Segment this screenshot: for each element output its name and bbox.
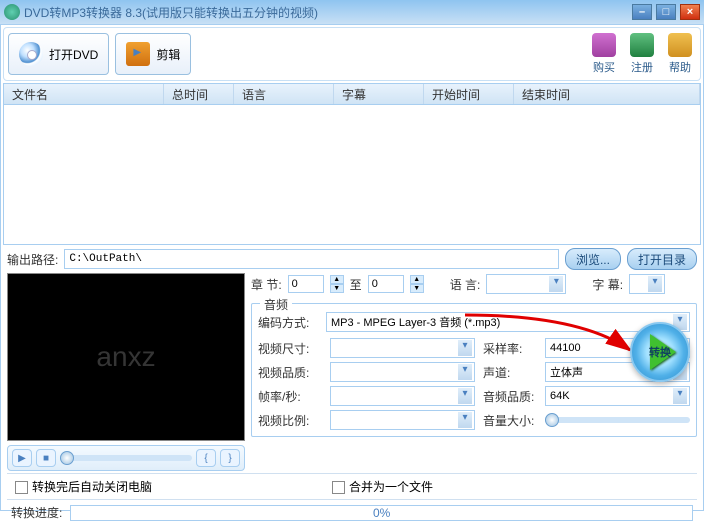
progress-row: 转换进度: 0% bbox=[3, 500, 701, 525]
samplerate-label: 采样率: bbox=[483, 340, 537, 357]
app-icon bbox=[4, 4, 20, 20]
mark-out-button[interactable]: } bbox=[220, 449, 240, 467]
audio-quality-label: 音频品质: bbox=[483, 388, 537, 405]
language-label: 语 言: bbox=[450, 276, 481, 293]
help-button[interactable]: 帮助 bbox=[664, 32, 696, 76]
file-list[interactable] bbox=[3, 105, 701, 245]
convert-label: 转换 bbox=[649, 344, 671, 360]
language-combo[interactable] bbox=[486, 274, 566, 294]
audio-legend: 音频 bbox=[260, 296, 292, 313]
shutdown-checkbox[interactable]: 转换完后自动关闭电脑 bbox=[15, 478, 152, 495]
options-row: 转换完后自动关闭电脑 合并为一个文件 bbox=[7, 473, 697, 500]
col-language[interactable]: 语言 bbox=[234, 84, 334, 104]
encode-label: 编码方式: bbox=[258, 314, 322, 331]
chapter-label: 章 节: bbox=[251, 276, 282, 293]
col-start[interactable]: 开始时间 bbox=[424, 84, 514, 104]
clip-icon bbox=[126, 42, 150, 66]
browse-button[interactable]: 浏览... bbox=[565, 248, 621, 270]
seek-slider[interactable] bbox=[60, 455, 192, 461]
titlebar: DVD转MP3转换器 8.3(试用版只能转换出五分钟的视频) – □ × bbox=[0, 0, 704, 24]
play-button[interactable]: ▶ bbox=[12, 449, 32, 467]
open-dvd-label: 打开DVD bbox=[49, 46, 98, 63]
minimize-button[interactable]: – bbox=[632, 4, 652, 20]
volume-slider[interactable] bbox=[545, 417, 690, 423]
edit-button[interactable]: 剪辑 bbox=[115, 33, 191, 75]
convert-button-wrap: 转换 bbox=[630, 322, 690, 382]
maximize-button[interactable]: □ bbox=[656, 4, 676, 20]
col-filename[interactable]: 文件名 bbox=[4, 84, 164, 104]
chapter-to-label: 至 bbox=[350, 276, 362, 293]
subtitle-label: 字 幕: bbox=[592, 276, 623, 293]
progress-label: 转换进度: bbox=[11, 504, 62, 521]
file-list-header: 文件名 总时间 语言 字幕 开始时间 结束时间 bbox=[3, 83, 701, 105]
col-totaltime[interactable]: 总时间 bbox=[164, 84, 234, 104]
ratio-combo[interactable] bbox=[330, 410, 475, 430]
window-title: DVD转MP3转换器 8.3(试用版只能转换出五分钟的视频) bbox=[24, 4, 318, 21]
close-button[interactable]: × bbox=[680, 4, 700, 20]
edit-label: 剪辑 bbox=[156, 46, 180, 63]
col-subtitle[interactable]: 字幕 bbox=[334, 84, 424, 104]
buy-button[interactable]: 购买 bbox=[588, 32, 620, 76]
fps-label: 帧率/秒: bbox=[258, 388, 322, 405]
preview-pane: anxz ▶ ■ { } bbox=[7, 273, 245, 471]
video-size-label: 视频尺寸: bbox=[258, 340, 322, 357]
progress-bar: 0% bbox=[70, 505, 693, 521]
register-button[interactable]: 注册 bbox=[626, 32, 658, 76]
video-size-combo[interactable] bbox=[330, 338, 475, 358]
main-toolbar: 打开DVD 剪辑 购买 注册 帮助 bbox=[3, 27, 701, 81]
col-end[interactable]: 结束时间 bbox=[514, 84, 700, 104]
key-icon bbox=[630, 33, 654, 57]
subtitle-combo[interactable] bbox=[629, 274, 665, 294]
convert-button[interactable]: 转换 bbox=[630, 322, 690, 382]
open-dir-button[interactable]: 打开目录 bbox=[627, 248, 697, 270]
open-dvd-button[interactable]: 打开DVD bbox=[8, 33, 109, 75]
merge-checkbox[interactable]: 合并为一个文件 bbox=[332, 478, 433, 495]
output-path-input[interactable]: C:\OutPath\ bbox=[64, 249, 559, 269]
disc-icon bbox=[19, 42, 43, 66]
ratio-label: 视频比例: bbox=[258, 412, 322, 429]
transport-bar: ▶ ■ { } bbox=[7, 445, 245, 471]
stop-button[interactable]: ■ bbox=[36, 449, 56, 467]
fps-combo[interactable] bbox=[330, 386, 475, 406]
video-preview[interactable]: anxz bbox=[7, 273, 245, 441]
output-path-row: 输出路径: C:\OutPath\ 浏览... 打开目录 bbox=[3, 245, 701, 273]
output-path-label: 输出路径: bbox=[7, 251, 58, 268]
chapter-from-spin[interactable]: ▲▼ bbox=[330, 275, 344, 293]
watermark: anxz bbox=[96, 341, 155, 373]
video-quality-combo[interactable] bbox=[330, 362, 475, 382]
volume-label: 音量大小: bbox=[483, 412, 537, 429]
chapter-to-spin[interactable]: ▲▼ bbox=[410, 275, 424, 293]
audio-quality-combo[interactable]: 64K bbox=[545, 386, 690, 406]
chapter-from-input[interactable]: 0 bbox=[288, 275, 324, 293]
video-quality-label: 视频品质: bbox=[258, 364, 322, 381]
cart-icon bbox=[592, 33, 616, 57]
channel-label: 声道: bbox=[483, 364, 537, 381]
chapter-to-input[interactable]: 0 bbox=[368, 275, 404, 293]
help-icon bbox=[668, 33, 692, 57]
mark-in-button[interactable]: { bbox=[196, 449, 216, 467]
